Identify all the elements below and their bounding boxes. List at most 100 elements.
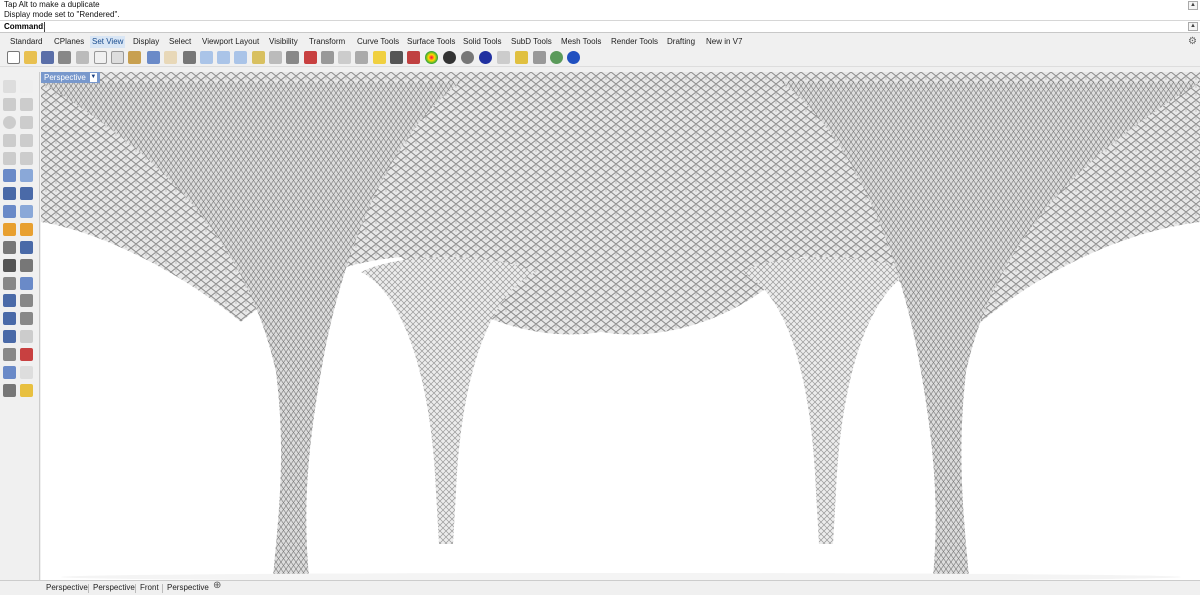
text-icon[interactable] <box>20 330 33 343</box>
offset-icon[interactable] <box>3 152 16 165</box>
pencil-icon[interactable] <box>515 51 528 64</box>
chevron-down-icon[interactable]: ▼ <box>89 73 97 82</box>
undo-icon[interactable] <box>147 51 160 64</box>
polygon-icon[interactable] <box>3 134 16 147</box>
move-icon[interactable] <box>183 51 196 64</box>
rendered-pavilion-model[interactable] <box>41 72 1200 580</box>
render-sphere-icon[interactable] <box>443 51 456 64</box>
new-file-icon[interactable] <box>7 51 20 64</box>
material-sphere-icon[interactable] <box>461 51 474 64</box>
scale-icon[interactable] <box>20 277 33 290</box>
gear-icon[interactable]: ⚙ <box>1188 36 1197 48</box>
tab-transform[interactable]: Transform <box>309 36 345 48</box>
split-icon[interactable] <box>20 223 33 236</box>
viewport-tab-perspective-1[interactable]: Perspective <box>46 583 88 593</box>
help-icon[interactable] <box>567 51 580 64</box>
layer-icon[interactable] <box>355 51 368 64</box>
tab-display[interactable]: Display <box>133 36 159 48</box>
command-input[interactable] <box>44 22 1184 32</box>
mirror-icon[interactable] <box>3 294 16 307</box>
sun-icon[interactable] <box>497 51 510 64</box>
analyze-icon[interactable] <box>20 348 33 361</box>
tab-cplanes[interactable]: CPlanes <box>54 36 84 48</box>
zoom-extents-icon[interactable] <box>234 51 247 64</box>
tab-set-view[interactable]: Set View <box>90 36 126 48</box>
viewport-title-label: Perspective <box>44 73 86 82</box>
tab-visibility[interactable]: Visibility <box>269 36 298 48</box>
zoom-icon[interactable] <box>200 51 213 64</box>
tab-drafting[interactable]: Drafting <box>667 36 695 48</box>
tab-select[interactable]: Select <box>169 36 191 48</box>
named-view-icon[interactable] <box>321 51 334 64</box>
light-bulb-icon[interactable] <box>373 51 386 64</box>
lock-icon[interactable] <box>390 51 403 64</box>
history-scroll-up-button[interactable]: ▲ <box>1188 1 1198 10</box>
circle-icon[interactable] <box>3 116 16 129</box>
tab-mesh-tools[interactable]: Mesh Tools <box>561 36 601 48</box>
check-icon[interactable] <box>20 366 33 379</box>
viewport-tab-front[interactable]: Front <box>140 583 159 593</box>
open-folder-icon[interactable] <box>24 51 37 64</box>
cylinder-icon[interactable] <box>3 205 16 218</box>
snapshot-icon[interactable] <box>533 51 546 64</box>
properties-icon[interactable] <box>407 51 420 64</box>
hide-icon[interactable] <box>3 384 16 397</box>
tab-curve-tools[interactable]: Curve Tools <box>357 36 399 48</box>
viewport-title[interactable]: Perspective ▼ <box>41 72 100 83</box>
color-wheel-icon[interactable] <box>425 51 438 64</box>
join-icon[interactable] <box>20 241 33 254</box>
boolean-icon[interactable] <box>3 223 16 236</box>
tab-standard[interactable]: Standard <box>10 36 42 48</box>
globe-icon[interactable] <box>550 51 563 64</box>
array-icon[interactable] <box>20 294 33 307</box>
explode-icon[interactable] <box>3 259 16 272</box>
import-icon[interactable] <box>76 51 89 64</box>
rotate-icon[interactable] <box>3 277 16 290</box>
rectangle-icon[interactable] <box>20 134 33 147</box>
render-icon[interactable] <box>20 384 33 397</box>
cplane-icon[interactable] <box>304 51 317 64</box>
zoom-selected-icon[interactable] <box>252 51 265 64</box>
tab-solid-tools[interactable]: Solid Tools <box>463 36 502 48</box>
loft-icon[interactable] <box>20 169 33 182</box>
extrude-icon[interactable] <box>20 205 33 218</box>
tab-new-in-v7[interactable]: New in V7 <box>706 36 742 48</box>
polyline-icon[interactable] <box>3 98 16 111</box>
tab-render-tools[interactable]: Render Tools <box>611 36 658 48</box>
trim-icon[interactable] <box>3 241 16 254</box>
select-icon[interactable] <box>338 51 351 64</box>
curve-icon[interactable] <box>20 98 33 111</box>
grid-icon[interactable] <box>286 51 299 64</box>
paste-icon[interactable] <box>128 51 141 64</box>
tab-subd-tools[interactable]: SubD Tools <box>511 36 552 48</box>
sphere-icon[interactable] <box>20 187 33 200</box>
save-icon[interactable] <box>41 51 54 64</box>
viewport-tab-perspective-2[interactable]: Perspective <box>93 583 135 593</box>
group-icon[interactable] <box>20 259 33 272</box>
plus-icon[interactable]: ⊕ <box>213 581 221 591</box>
rotate-view-icon[interactable] <box>269 51 282 64</box>
cut-icon[interactable] <box>94 51 107 64</box>
grid-array-icon[interactable] <box>3 348 16 361</box>
print-icon[interactable] <box>58 51 71 64</box>
orient-icon[interactable] <box>3 312 16 325</box>
point-icon[interactable] <box>20 80 33 93</box>
tab-viewport-layout[interactable]: Viewport Layout <box>202 36 259 48</box>
select-arrow-icon[interactable] <box>3 80 16 93</box>
mesh-icon[interactable] <box>3 330 16 343</box>
arc-icon[interactable] <box>20 116 33 129</box>
surface-icon[interactable] <box>3 169 16 182</box>
zoom-window-icon[interactable] <box>217 51 230 64</box>
viewport-tab-perspective-3[interactable]: Perspective <box>167 583 209 593</box>
tab-surface-tools[interactable]: Surface Tools <box>407 36 455 48</box>
dimension-icon[interactable] <box>20 312 33 325</box>
pan-hand-icon[interactable] <box>164 51 177 64</box>
edit-points-icon[interactable] <box>3 366 16 379</box>
command-scroll-button[interactable]: ▲ <box>1188 22 1198 31</box>
box-icon[interactable] <box>3 187 16 200</box>
command-history-line-2: Display mode set to "Rendered". <box>4 10 120 19</box>
viewport-perspective[interactable]: Perspective ▼ <box>41 72 1200 580</box>
fillet-icon[interactable] <box>20 152 33 165</box>
environment-sphere-icon[interactable] <box>479 51 492 64</box>
copy-icon[interactable] <box>111 51 124 64</box>
